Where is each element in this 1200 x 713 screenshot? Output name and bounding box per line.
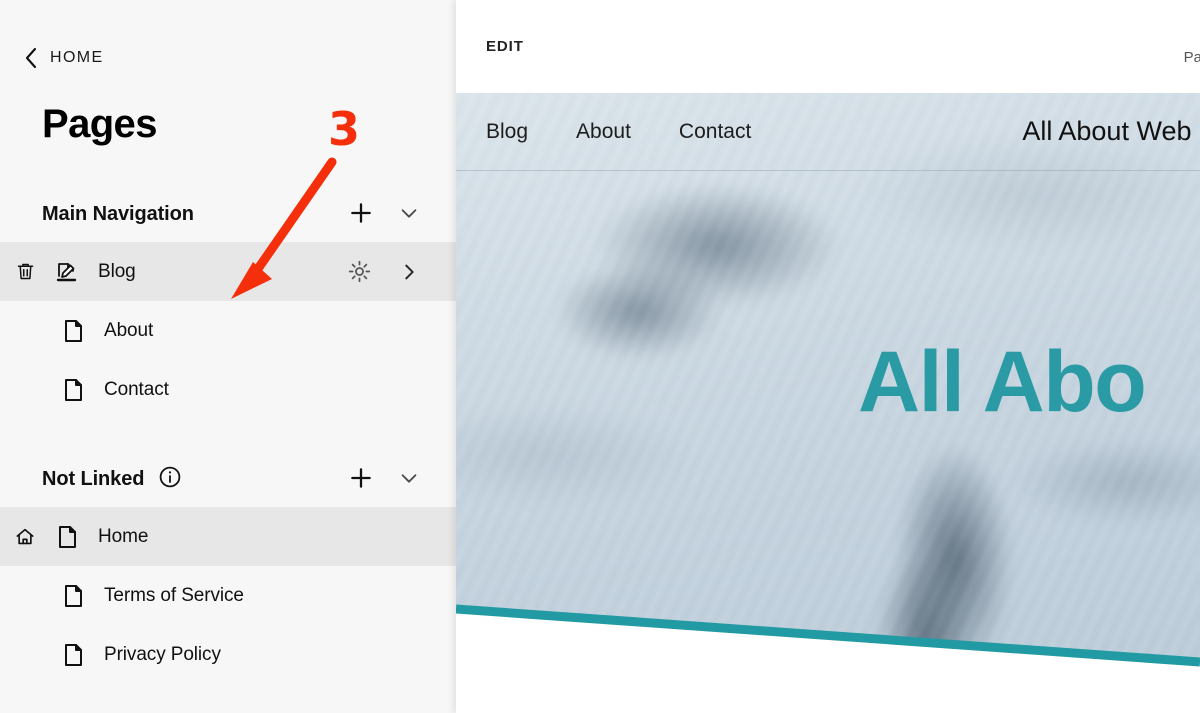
chevron-down-icon <box>398 467 420 492</box>
preview-topbar: EDIT Ho Page · P <box>456 0 1200 93</box>
site-preview-panel: EDIT Ho Page · P Blog About Contact All … <box>456 0 1200 713</box>
sidebar-item-privacy-policy[interactable]: Privacy Policy <box>0 625 456 684</box>
plus-icon <box>348 465 374 494</box>
sidebar-item-label: Terms of Service <box>104 584 244 606</box>
collapse-button-main-navigation[interactable] <box>392 197 426 231</box>
preview-page-subtitle: Page · P <box>1183 48 1200 66</box>
gear-icon[interactable] <box>342 255 376 289</box>
page-icon <box>58 640 88 670</box>
site-hero: Blog About Contact All About Web | All A… <box>456 93 1200 713</box>
sidebar-item-label: About <box>104 319 154 341</box>
sidebar-item-contact[interactable]: Contact <box>0 360 456 419</box>
site-nav-link-blog[interactable]: Blog <box>486 120 528 144</box>
site-nav-link-about[interactable]: About <box>576 120 631 144</box>
page-title: Pages <box>42 102 157 146</box>
sidebar-item-about[interactable]: About <box>0 301 456 360</box>
back-to-home-link[interactable]: HOME <box>0 0 456 72</box>
trash-icon[interactable] <box>12 259 38 285</box>
section-title-not-linked: Not Linked <box>42 467 145 490</box>
plus-icon <box>348 200 374 229</box>
collapse-button-not-linked[interactable] <box>392 462 426 496</box>
hero-heading: All Abo <box>858 334 1147 430</box>
blog-page-icon <box>52 257 82 287</box>
site-nav-link-contact[interactable]: Contact <box>679 120 751 144</box>
page-icon <box>52 522 82 552</box>
chevron-left-icon <box>24 47 38 69</box>
edit-button[interactable]: EDIT <box>486 38 524 55</box>
pages-sidebar: HOME Pages Main Navigation Blog About Co… <box>0 0 456 713</box>
chevron-down-icon <box>398 202 420 227</box>
page-icon <box>58 581 88 611</box>
sidebar-item-label: Contact <box>104 378 169 400</box>
preview-page-title: Ho <box>1184 26 1200 49</box>
info-icon[interactable] <box>158 465 182 494</box>
sidebar-item-blog[interactable]: Blog <box>0 242 456 301</box>
chevron-right-icon[interactable] <box>392 255 426 289</box>
sidebar-item-label: Blog <box>98 260 136 282</box>
diagonal-shape-icon <box>456 604 1200 713</box>
sidebar-item-terms-of-service[interactable]: Terms of Service <box>0 566 456 625</box>
sidebar-item-label: Home <box>98 525 149 547</box>
hero-diagonal-divider <box>456 587 1200 713</box>
section-header-not-linked: Not Linked <box>0 451 456 507</box>
back-link-label: HOME <box>50 49 104 66</box>
page-icon <box>58 375 88 405</box>
site-navigation: Blog About Contact All About Web | <box>456 93 1200 171</box>
page-icon <box>58 316 88 346</box>
section-title-main-navigation: Main Navigation <box>42 202 194 225</box>
add-page-button-main-navigation[interactable] <box>344 197 378 231</box>
add-page-button-not-linked[interactable] <box>344 462 378 496</box>
section-header-main-navigation: Main Navigation <box>0 186 456 242</box>
preview-page-info: Ho Page · P <box>1184 26 1200 67</box>
pages-editor-screen: HOME Pages Main Navigation Blog About Co… <box>0 0 1200 713</box>
sidebar-item-home[interactable]: Home <box>0 507 456 566</box>
sidebar-item-label: Privacy Policy <box>104 643 221 665</box>
home-icon <box>12 524 38 550</box>
site-title: All About Web | <box>1022 116 1200 146</box>
